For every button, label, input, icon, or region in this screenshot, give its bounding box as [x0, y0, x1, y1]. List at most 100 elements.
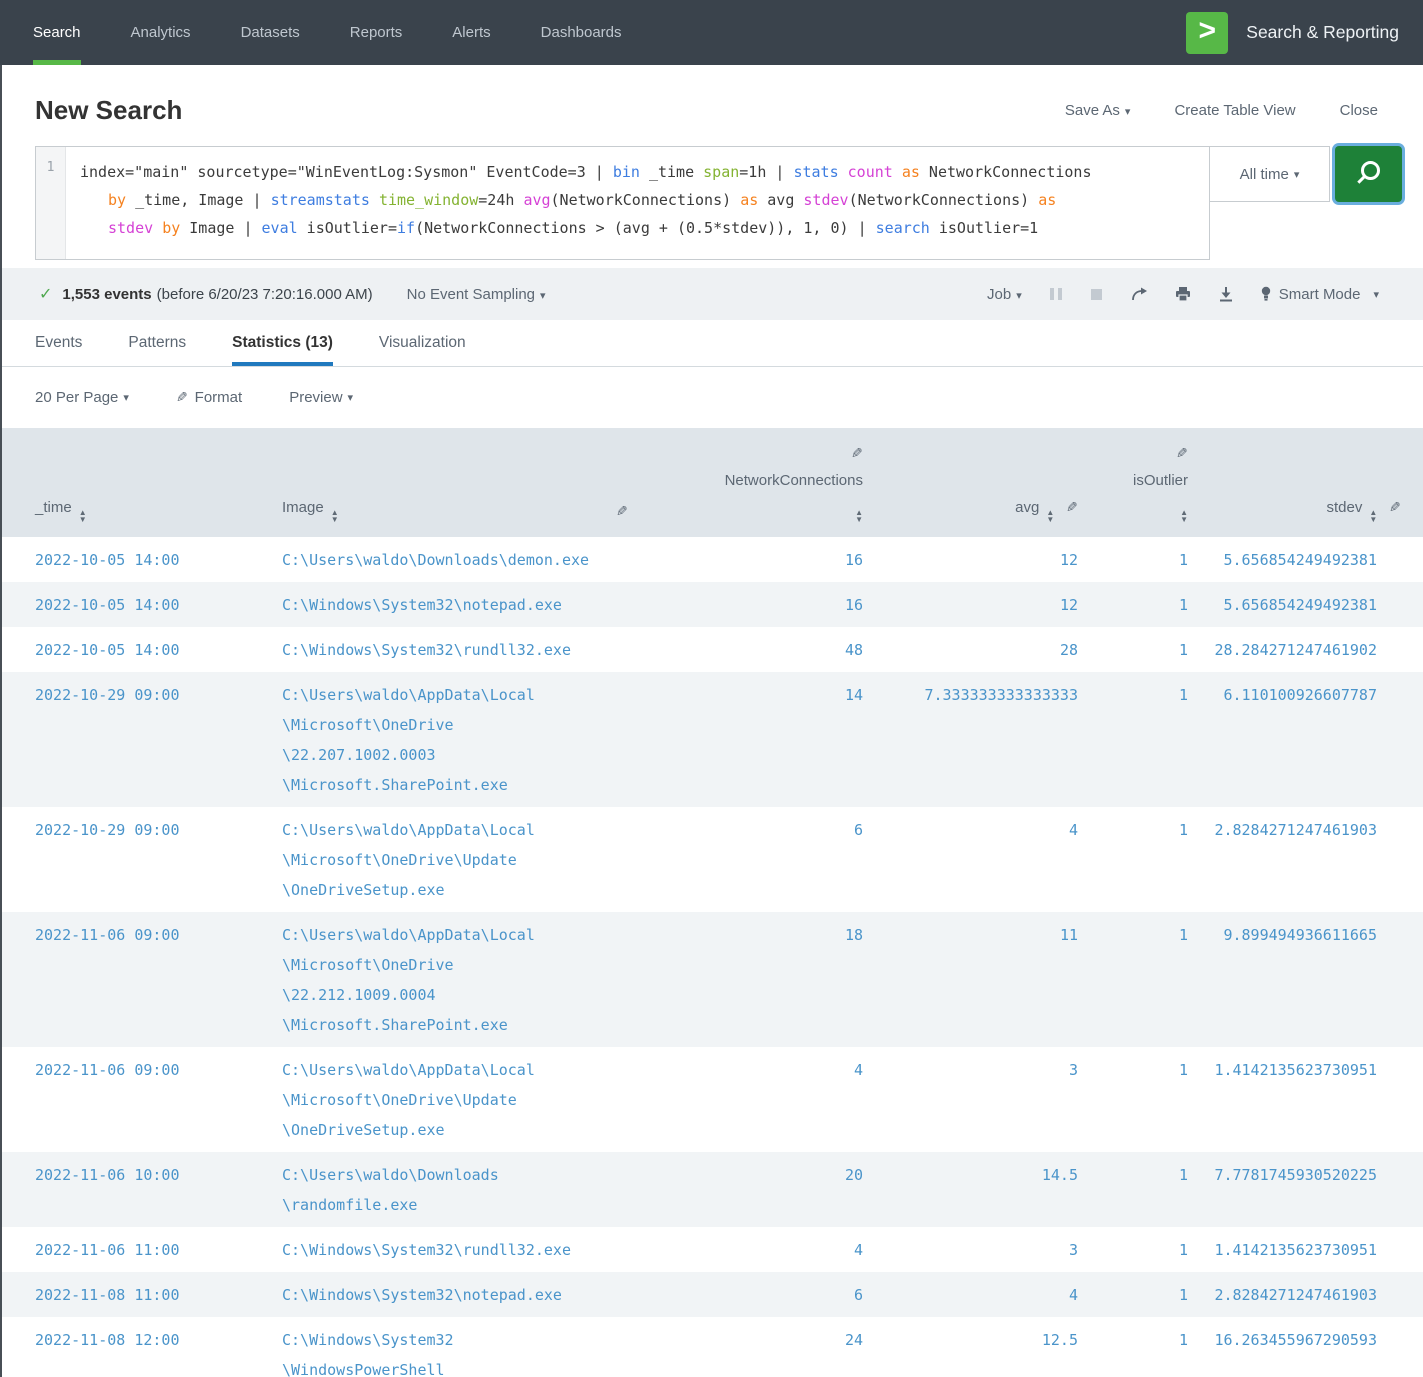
cell-isoutlier[interactable]: 1 [1082, 1227, 1192, 1272]
tab-patterns[interactable]: Patterns [128, 320, 186, 366]
cell-image[interactable]: C:\Users\waldo\AppData\Local\Microsoft\O… [262, 807, 682, 912]
cell-time[interactable]: 2022-11-06 11:00 [2, 1227, 262, 1272]
cell-networkconnections[interactable]: 4 [682, 1047, 867, 1152]
cell-networkconnections[interactable]: 48 [682, 627, 867, 672]
cell-image[interactable]: C:\Windows\System32\notepad.exe [262, 1272, 682, 1317]
cell-avg[interactable]: 7.333333333333333 [867, 672, 1082, 807]
column-header-avg[interactable]: avg▲▼✎ [867, 428, 1082, 537]
cell-image[interactable]: C:\Users\waldo\Downloads\randomfile.exe [262, 1152, 682, 1227]
column-header-image[interactable]: Image▲▼✎ [262, 428, 682, 537]
cell-networkconnections[interactable]: 4 [682, 1227, 867, 1272]
cell-stdev[interactable]: 2.8284271247461903 [1192, 1272, 1423, 1317]
event-sampling-dropdown[interactable]: No Event Sampling▾ [407, 286, 546, 303]
cell-stdev[interactable]: 16.263455967290593 [1192, 1317, 1423, 1377]
sort-icon[interactable]: ▲▼ [331, 509, 339, 523]
nav-item-search[interactable]: Search [33, 0, 81, 65]
pencil-icon[interactable]: ✎ [851, 440, 863, 467]
cell-stdev[interactable]: 6.110100926607787 [1192, 672, 1423, 807]
cell-avg[interactable]: 4 [867, 807, 1082, 912]
cell-stdev[interactable]: 2.8284271247461903 [1192, 807, 1423, 912]
cell-isoutlier[interactable]: 1 [1082, 1272, 1192, 1317]
cell-time[interactable]: 2022-11-06 10:00 [2, 1152, 262, 1227]
cell-avg[interactable]: 11 [867, 912, 1082, 1047]
cell-isoutlier[interactable]: 1 [1082, 1047, 1192, 1152]
cell-image[interactable]: C:\Windows\System32\WindowsPowerShell [262, 1317, 682, 1377]
cell-stdev[interactable]: 1.4142135623730951 [1192, 1047, 1423, 1152]
cell-time[interactable]: 2022-10-29 09:00 [2, 672, 262, 807]
cell-avg[interactable]: 28 [867, 627, 1082, 672]
cell-networkconnections[interactable]: 20 [682, 1152, 867, 1227]
sort-icon[interactable]: ▲▼ [1046, 509, 1054, 523]
cell-networkconnections[interactable]: 16 [682, 537, 867, 582]
cell-isoutlier[interactable]: 1 [1082, 582, 1192, 627]
pause-icon[interactable] [1049, 286, 1063, 302]
job-menu[interactable]: Job▾ [987, 286, 1022, 303]
format-button[interactable]: ✎Format [176, 389, 242, 406]
export-download-icon[interactable] [1218, 286, 1234, 302]
cell-isoutlier[interactable]: 1 [1082, 672, 1192, 807]
column-header-stdev[interactable]: stdev▲▼✎ [1192, 428, 1423, 537]
search-mode-dropdown[interactable]: Smart Mode▾ [1261, 286, 1379, 303]
nav-item-dashboards[interactable]: Dashboards [541, 0, 622, 65]
cell-avg[interactable]: 14.5 [867, 1152, 1082, 1227]
cell-time[interactable]: 2022-11-06 09:00 [2, 1047, 262, 1152]
nav-item-analytics[interactable]: Analytics [131, 0, 191, 65]
cell-networkconnections[interactable]: 16 [682, 582, 867, 627]
nav-item-reports[interactable]: Reports [350, 0, 403, 65]
share-icon[interactable] [1131, 286, 1148, 302]
create-table-view-button[interactable]: Create Table View [1174, 102, 1295, 119]
pencil-icon[interactable]: ✎ [1176, 440, 1188, 467]
cell-image[interactable]: C:\Users\waldo\Downloads\demon.exe [262, 537, 682, 582]
pencil-icon[interactable]: ✎ [1066, 499, 1078, 516]
cell-stdev[interactable]: 7.7781745930520225 [1192, 1152, 1423, 1227]
cell-time[interactable]: 2022-10-29 09:00 [2, 807, 262, 912]
nav-item-datasets[interactable]: Datasets [241, 0, 300, 65]
cell-time[interactable]: 2022-11-08 12:00 [2, 1317, 262, 1377]
tab-statistics[interactable]: Statistics (13) [232, 320, 333, 366]
cell-time[interactable]: 2022-10-05 14:00 [2, 627, 262, 672]
cell-image[interactable]: C:\Windows\System32\rundll32.exe [262, 1227, 682, 1272]
cell-avg[interactable]: 12 [867, 582, 1082, 627]
pencil-icon[interactable]: ✎ [1389, 499, 1401, 516]
cell-stdev[interactable]: 1.4142135623730951 [1192, 1227, 1423, 1272]
cell-time[interactable]: 2022-11-06 09:00 [2, 912, 262, 1047]
cell-avg[interactable]: 12.5 [867, 1317, 1082, 1377]
cell-time[interactable]: 2022-10-05 14:00 [2, 537, 262, 582]
search-query-editor[interactable]: 1 index="main" sourcetype="WinEventLog:S… [35, 146, 1210, 260]
cell-isoutlier[interactable]: 1 [1082, 537, 1192, 582]
cell-networkconnections[interactable]: 24 [682, 1317, 867, 1377]
column-header-isoutlier[interactable]: ✎ isOutlier ▲▼ [1082, 428, 1192, 537]
cell-stdev[interactable]: 28.284271247461902 [1192, 627, 1423, 672]
run-search-button[interactable] [1335, 146, 1402, 202]
time-range-picker[interactable]: All time▾ [1210, 146, 1330, 202]
cell-isoutlier[interactable]: 1 [1082, 1317, 1192, 1377]
cell-time[interactable]: 2022-11-08 11:00 [2, 1272, 262, 1317]
cell-isoutlier[interactable]: 1 [1082, 807, 1192, 912]
cell-image[interactable]: C:\Windows\System32\rundll32.exe [262, 627, 682, 672]
save-as-button[interactable]: Save As▾ [1065, 102, 1131, 119]
cell-stdev[interactable]: 5.656854249492381 [1192, 582, 1423, 627]
column-header-networkconnections[interactable]: ✎ NetworkConnections ▲▼ [682, 428, 867, 537]
cell-stdev[interactable]: 9.899494936611665 [1192, 912, 1423, 1047]
cell-networkconnections[interactable]: 6 [682, 1272, 867, 1317]
cell-image[interactable]: C:\Users\waldo\AppData\Local\Microsoft\O… [262, 672, 682, 807]
cell-stdev[interactable]: 5.656854249492381 [1192, 537, 1423, 582]
tab-visualization[interactable]: Visualization [379, 320, 466, 366]
nav-item-alerts[interactable]: Alerts [452, 0, 490, 65]
cell-image[interactable]: C:\Users\waldo\AppData\Local\Microsoft\O… [262, 1047, 682, 1152]
tab-events[interactable]: Events [35, 320, 82, 366]
stop-icon[interactable] [1090, 286, 1104, 302]
sort-icon[interactable]: ▲▼ [855, 509, 863, 523]
sort-icon[interactable]: ▲▼ [1180, 509, 1188, 523]
sort-icon[interactable]: ▲▼ [1369, 509, 1377, 523]
cell-avg[interactable]: 12 [867, 537, 1082, 582]
column-header-time[interactable]: _time▲▼ [2, 428, 262, 537]
preview-dropdown[interactable]: Preview▾ [289, 389, 353, 406]
cell-image[interactable]: C:\Windows\System32\notepad.exe [262, 582, 682, 627]
cell-networkconnections[interactable]: 18 [682, 912, 867, 1047]
print-icon[interactable] [1175, 286, 1191, 302]
pencil-icon[interactable]: ✎ [616, 503, 628, 520]
cell-avg[interactable]: 4 [867, 1272, 1082, 1317]
cell-avg[interactable]: 3 [867, 1047, 1082, 1152]
cell-avg[interactable]: 3 [867, 1227, 1082, 1272]
